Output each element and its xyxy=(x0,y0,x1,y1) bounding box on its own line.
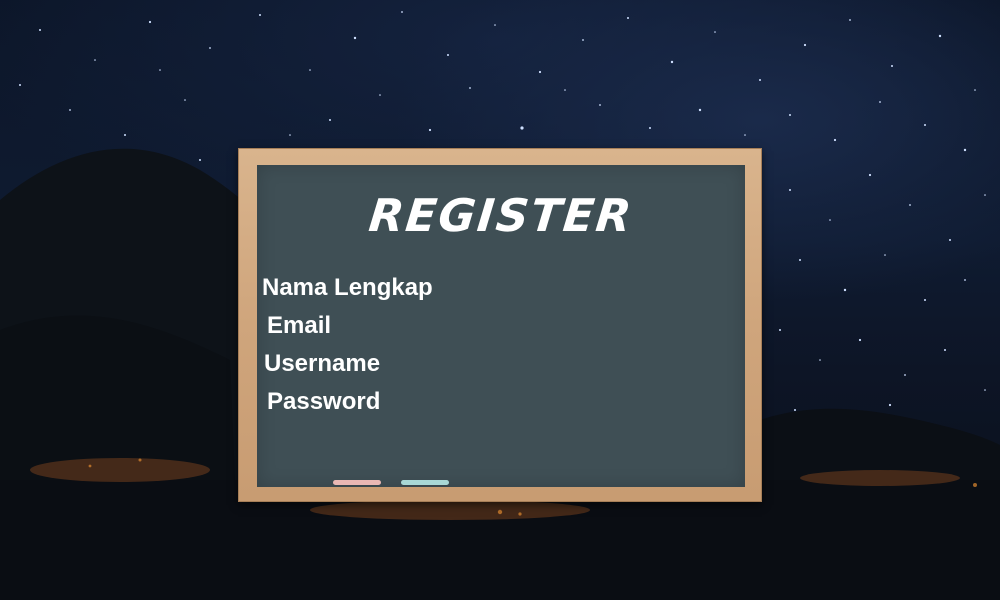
email-label: Email xyxy=(267,312,332,339)
pink-chalk xyxy=(333,480,381,485)
full-name-label: Nama Lengkap xyxy=(262,274,433,301)
chalkboard: REGISTER Nama Lengkap Email Username Pas… xyxy=(257,165,745,487)
register-screen: REGISTER Nama Lengkap Email Username Pas… xyxy=(0,0,1000,600)
chalkboard-frame: REGISTER Nama Lengkap Email Username Pas… xyxy=(238,148,762,502)
register-title: REGISTER xyxy=(366,189,636,242)
username-label: Username xyxy=(264,350,381,377)
blue-chalk xyxy=(401,480,449,485)
password-label: Password xyxy=(267,388,381,415)
